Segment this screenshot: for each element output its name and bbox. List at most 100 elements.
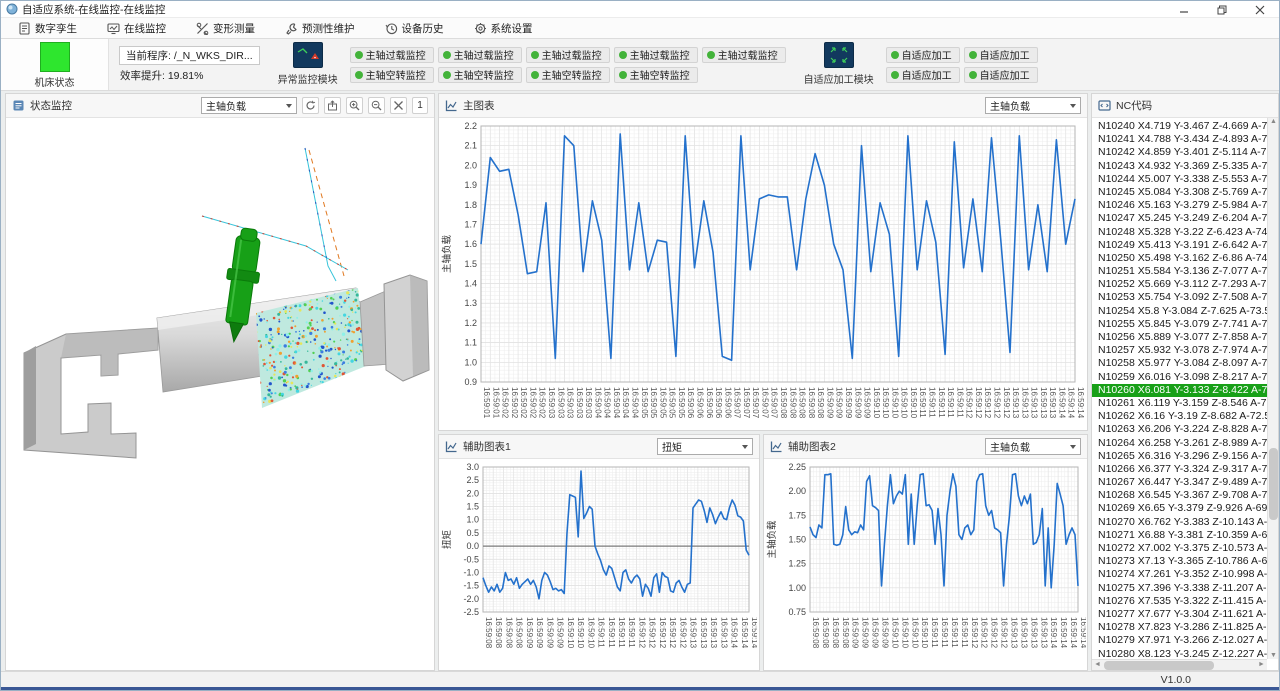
nc-code-line[interactable]: N10252 X5.669 Y-3.112 Z-7.293 A-73.844 [1092, 278, 1267, 291]
maximize-button[interactable] [1203, 1, 1241, 18]
nc-code-line[interactable]: N10266 X6.377 Y-3.324 Z-9.317 A-71.443 [1092, 463, 1267, 476]
menu-bar: 数字孪生 在线监控 变形测量 预测性维护 设备历史 系统设置 [1, 18, 1279, 39]
minimize-button[interactable] [1165, 1, 1203, 18]
scroll-left-icon[interactable]: ◄ [1092, 661, 1103, 668]
nc-code-line[interactable]: N10258 X5.977 Y-3.084 Z-8.097 A-73.138 [1092, 357, 1267, 370]
monitor-button[interactable]: 自适应加工 [964, 47, 1038, 63]
monitor-button[interactable]: 主轴空转监控 [350, 67, 434, 83]
menu-item-digital-twin[interactable]: 数字孪生 [9, 19, 86, 38]
nc-hscroll-thumb[interactable] [1104, 661, 1214, 670]
nc-code-line[interactable]: N10280 X8.123 Y-3.245 Z-12.227 A-62.23 [1092, 648, 1267, 660]
nc-code-line[interactable]: N10277 X7.677 Y-3.304 Z-11.621 A-64.48 [1092, 608, 1267, 621]
anomaly-module-button[interactable] [293, 42, 323, 68]
nc-code-line[interactable]: N10246 X5.163 Y-3.279 Z-5.984 A-74.892 [1092, 199, 1267, 212]
monitor-button[interactable]: 主轴空转监控 [438, 67, 522, 83]
nc-code-line[interactable]: N10273 X7.13 Y-3.365 Z-10.786 A-67.372 [1092, 555, 1267, 568]
aux-chart2-signal-select[interactable]: 主轴负载 [985, 438, 1081, 455]
aux-chart1-signal-select[interactable]: 扭矩 [657, 438, 753, 455]
nc-code-line[interactable]: N10259 X6.016 Y-3.098 Z-8.217 A-73.036 [1092, 371, 1267, 384]
nc-code-line[interactable]: N10263 X6.206 Y-3.224 Z-8.828 A-72.33 C [1092, 423, 1267, 436]
monitor-button[interactable]: 自适应加工 [964, 67, 1038, 83]
nc-code-line[interactable]: N10279 X7.971 Y-3.266 Z-12.027 A-62.98 [1092, 634, 1267, 647]
nc-vertical-scrollbar[interactable]: ▲ ▼ [1267, 118, 1278, 659]
scroll-up-icon[interactable]: ▲ [1268, 118, 1278, 125]
svg-text:16:59:12: 16:59:12 [678, 617, 687, 649]
nc-code-header: NC代码 [1092, 94, 1278, 118]
view-signal-select[interactable]: 主轴负载 [201, 97, 297, 114]
zoom-out-button[interactable] [368, 97, 385, 114]
nc-code-line[interactable]: N10268 X6.545 Y-3.367 Z-9.708 A-70.519 [1092, 489, 1267, 502]
nc-horizontal-scrollbar[interactable]: ◄ ► [1092, 659, 1267, 670]
svg-text:16:59:09: 16:59:09 [535, 617, 544, 649]
svg-text:16:59:06: 16:59:06 [686, 387, 695, 419]
export-view-button[interactable] [324, 97, 341, 114]
machine-3d-view[interactable] [6, 118, 434, 670]
rotate-view-button[interactable] [302, 97, 319, 114]
menu-item-online-monitor[interactable]: 在线监控 [98, 19, 175, 38]
rotate-icon [305, 100, 316, 111]
nc-code-line[interactable]: N10260 X6.081 Y-3.133 Z-8.422 A-72.835 [1092, 384, 1267, 397]
nc-code-line[interactable]: N10248 X5.328 Y-3.22 Z-6.423 A-74.52 C [1092, 226, 1267, 239]
menu-item-predictive-maintenance[interactable]: 预测性维护 [276, 19, 364, 38]
monitor-button[interactable]: 主轴过载监控 [438, 47, 522, 63]
nc-code-line[interactable]: N10250 X5.498 Y-3.162 Z-6.86 A-74.178 C [1092, 252, 1267, 265]
zoom-in-button[interactable] [346, 97, 363, 114]
monitor-button[interactable]: 主轴过载监控 [526, 47, 610, 63]
code-screen-icon [1098, 99, 1111, 112]
nc-code-line[interactable]: N10278 X7.823 Y-3.286 Z-11.825 A-63.73 [1092, 621, 1267, 634]
nc-code-line[interactable]: N10243 X4.932 Y-3.369 Z-5.335 A-75.523 [1092, 160, 1267, 173]
monitor-button[interactable]: 自适应加工 [886, 67, 960, 83]
title-bar: 自适应系统-在线监控-在线监控 [1, 1, 1279, 18]
nc-code-line[interactable]: N10269 X6.65 Y-3.379 Z-9.926 A-69.947 C [1092, 502, 1267, 515]
monitor-button[interactable]: 主轴空转监控 [526, 67, 610, 83]
svg-text:16:59:08: 16:59:08 [494, 617, 503, 649]
nc-code-line[interactable]: N10241 X4.788 Y-3.434 Z-4.893 A-76.062 [1092, 133, 1267, 146]
nc-code-line[interactable]: N10262 X6.16 Y-3.19 Z-8.682 A-72.534 C [1092, 410, 1267, 423]
nc-code-line[interactable]: N10257 X5.932 Y-3.078 Z-7.974 A-73.243 [1092, 344, 1267, 357]
svg-text:-2.5: -2.5 [463, 607, 479, 617]
nc-code-line[interactable]: N10276 X7.535 Y-3.322 Z-11.415 A-65.22 [1092, 595, 1267, 608]
nc-code-line[interactable]: N10271 X6.88 Y-3.381 Z-10.359 A-68.711 [1092, 529, 1267, 542]
svg-text:16:59:10: 16:59:10 [900, 617, 909, 649]
nc-code-line[interactable]: N10272 X7.002 Y-3.375 Z-10.573 A-68.05 [1092, 542, 1267, 555]
menu-item-system-settings[interactable]: 系统设置 [465, 19, 542, 38]
menu-item-deformation[interactable]: 变形测量 [187, 19, 264, 38]
nc-code-line[interactable]: N10274 X7.261 Y-3.352 Z-10.998 A-66.67 [1092, 568, 1267, 581]
nc-code-line[interactable]: N10254 X5.8 Y-3.084 Z-7.625 A-73.571 C [1092, 305, 1267, 318]
nc-code-line[interactable]: N10240 X4.719 Y-3.467 Z-4.669 A-76.396 [1092, 120, 1267, 133]
nc-vscroll-thumb[interactable] [1269, 448, 1278, 520]
document-icon [18, 22, 31, 35]
monitor-button[interactable]: 主轴过载监控 [614, 47, 698, 63]
nc-code-line[interactable]: N10247 X5.245 Y-3.249 Z-6.204 A-74.701 [1092, 212, 1267, 225]
svg-text:16:59:13: 16:59:13 [689, 617, 698, 649]
monitor-button[interactable]: 自适应加工 [886, 47, 960, 63]
monitor-button[interactable]: 主轴过载监控 [350, 47, 434, 63]
scroll-right-icon[interactable]: ► [1256, 661, 1267, 668]
nc-code-line[interactable]: N10267 X6.447 Y-3.347 Z-9.489 A-71.055 [1092, 476, 1267, 489]
main-chart-signal-select[interactable]: 主轴负载 [985, 97, 1081, 114]
nc-code-line[interactable]: N10270 X6.762 Y-3.383 Z-10.143 A-69.34 [1092, 516, 1267, 529]
svg-text:1.6: 1.6 [464, 239, 477, 249]
adaptive-module-button[interactable] [824, 42, 854, 68]
nc-code-line[interactable]: N10253 X5.754 Y-3.092 Z-7.508 A-73.677 [1092, 291, 1267, 304]
monitor-button[interactable]: 主轴空转监控 [614, 67, 698, 83]
nc-code-line[interactable]: N10255 X5.845 Y-3.079 Z-7.741 A-73.458 [1092, 318, 1267, 331]
fit-view-button[interactable] [390, 97, 407, 114]
nc-code-line[interactable]: N10245 X5.084 Y-3.308 Z-5.769 A-75.088 [1092, 186, 1267, 199]
close-button[interactable] [1241, 1, 1279, 18]
nc-code-line[interactable]: N10275 X7.396 Y-3.338 Z-11.207 A-65.95 [1092, 582, 1267, 595]
nc-code-line[interactable]: N10242 X4.859 Y-3.401 Z-5.114 A-75.775 [1092, 146, 1267, 159]
nc-code-line[interactable]: N10244 X5.007 Y-3.338 Z-5.553 A-75.297 [1092, 173, 1267, 186]
scroll-down-icon[interactable]: ▼ [1268, 652, 1278, 659]
nc-code-line[interactable]: N10256 X5.889 Y-3.077 Z-7.858 A-73.348 [1092, 331, 1267, 344]
menu-item-device-history[interactable]: 设备历史 [376, 19, 453, 38]
nc-code-line[interactable]: N10265 X6.316 Y-3.296 Z-9.156 A-71.771 [1092, 450, 1267, 463]
nc-code-line[interactable]: N10251 X5.584 Y-3.136 Z-7.077 A-74.012 [1092, 265, 1267, 278]
nc-code-line[interactable]: N10264 X6.258 Y-3.261 Z-8.989 A-72.072 [1092, 437, 1267, 450]
svg-text:16:59:11: 16:59:11 [937, 387, 946, 418]
nc-panel-title: NC代码 [1116, 98, 1152, 113]
monitor-button[interactable]: 主轴过载监控 [702, 47, 786, 63]
nc-code-line[interactable]: N10261 X6.119 Y-3.159 Z-8.546 A-72.701 [1092, 397, 1267, 410]
svg-text:1.00: 1.00 [788, 583, 806, 593]
nc-code-line[interactable]: N10249 X5.413 Y-3.191 Z-6.642 A-74.346 [1092, 239, 1267, 252]
